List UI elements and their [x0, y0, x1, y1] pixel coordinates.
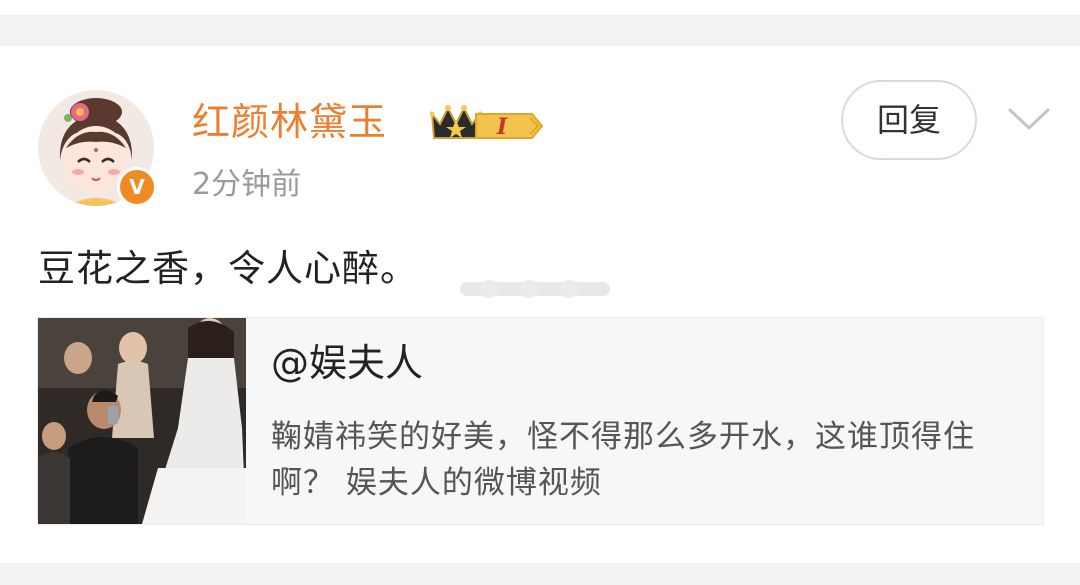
repost-author[interactable]: @娱夫人: [271, 340, 423, 386]
repost-text: 鞠婧祎笑的好美，怪不得那么多开水，这谁顶得住啊？ 娱夫人的微博视频: [271, 419, 975, 501]
level-text: I: [496, 114, 508, 140]
reply-button[interactable]: 回复: [841, 80, 977, 160]
video-thumbnail[interactable]: [38, 318, 246, 524]
video-thumbnail-image: [38, 318, 246, 524]
comment-card: V 红颜林黛玉 I 2分钟前 回复 豆花之香，令人心醉。 @娱夫人 鞠婧祎笑的好…: [0, 46, 1080, 563]
timestamp: 2分钟前: [192, 167, 302, 202]
bottom-strip: [0, 563, 1080, 585]
blurred-text-overlay: [460, 280, 610, 298]
post-text: 豆花之香，令人心醉。: [38, 247, 418, 290]
top-strip: [0, 0, 1080, 15]
repost-card[interactable]: @娱夫人 鞠婧祎笑的好美，怪不得那么多开水，这谁顶得住啊？ 娱夫人的微博视频: [37, 317, 1044, 525]
crown-level-icon[interactable]: I: [430, 102, 546, 142]
chevron-down-icon[interactable]: [1006, 104, 1052, 134]
username[interactable]: 红颜林黛玉: [192, 100, 387, 144]
verified-icon: V: [117, 167, 157, 207]
